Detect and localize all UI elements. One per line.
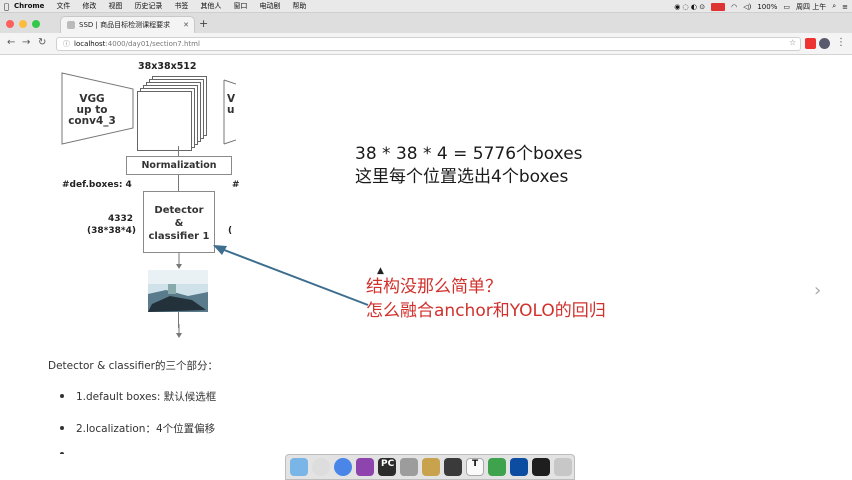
detection-thumbnail [148,270,208,312]
wifi-icon[interactable]: ◠ [731,3,737,11]
clock-text[interactable]: 周四 上午 [796,2,826,12]
menu-item-bookmarks[interactable]: 书签 [174,1,188,11]
forward-arrow-icon[interactable]: → [22,37,30,48]
url-path: :4000/day01/section7.html [105,40,200,48]
vgg-label-line3: conv4_3 [68,115,116,127]
red-annotation-line2: 怎么融合anchor和YOLO的回归 [366,301,606,321]
volume-icon[interactable]: ◁) [743,3,751,11]
section-heading: Detector & classifier的三个部分： [48,360,218,372]
back-arrow-icon[interactable]: ← [7,37,15,48]
arrow-down-icon [176,324,182,338]
extension-icon[interactable] [805,38,816,49]
browser-menu-icon[interactable]: ⋮ [836,37,846,48]
pycharm-label: PC [381,459,395,469]
menu-item-window[interactable]: 窗口 [233,1,247,11]
list-item: 2.localization：4个位置偏移 [76,423,216,435]
feature-map-layer [137,91,192,151]
def-boxes-label: #def.boxes: 4 [62,180,132,190]
battery-icon[interactable]: ▭ [783,3,790,11]
normalization-box: Normalization [126,156,232,175]
next-block-label-line2: u [227,104,235,116]
browser-tab[interactable]: SSD | 商品目标检测课程要求 ✕ [60,16,195,33]
app-icon[interactable] [488,458,506,476]
reload-icon[interactable]: ↻ [38,37,46,48]
def-boxes-partial: # [232,180,240,190]
arrow-down-icon [176,253,182,269]
page-content: VGG up to conv4_3 38x38x512 V u Normaliz… [0,56,852,454]
boxes-annotation-line2: 这里每个位置选出4个boxes [355,167,569,187]
menu-item-file[interactable]: 文件 [56,1,70,11]
launchpad-icon[interactable] [312,458,330,476]
status-icons[interactable]: ◉ ◌ ◐ ⊙ [674,3,705,11]
menu-bar:  Chrome 文件 修改 视图 历史记录 书签 其他人 窗口 电动剧 帮助 … [0,0,852,13]
menu-item-edit[interactable]: 修改 [82,1,96,11]
detector-label-line1: Detector [154,205,204,216]
tab-strip: SSD | 商品目标检测课程要求 ✕ + [0,13,852,33]
status-area: ◉ ◌ ◐ ⊙ ◠ ◁) 100% ▭ 周四 上午 ⌕ ≡ [674,0,848,13]
chrome-icon[interactable] [334,458,352,476]
connector-line [178,175,179,191]
terminal-icon[interactable] [400,458,418,476]
next-slide-chevron-icon[interactable]: › [814,280,821,301]
search-icon[interactable]: ⌕ [832,2,836,11]
bullet-icon [60,426,64,430]
annotation-arrow [213,245,369,306]
screen:  Chrome 文件 修改 视图 历史记录 书签 其他人 窗口 电动剧 帮助 … [0,0,852,480]
box-count: 4332 [108,214,134,224]
bookmark-star-icon[interactable]: ☆ [789,38,796,47]
notes-icon[interactable] [422,458,440,476]
bullet-icon [60,452,64,454]
zoom-window-icon[interactable] [32,20,40,28]
address-bar[interactable]: ⓘ localhost :4000/day01/section7.html [56,37,801,51]
vgg-label: VGG up to conv4_3 [62,94,122,127]
finder-icon[interactable] [290,458,308,476]
list-item: 1.default boxes: 默认候选框 [76,391,217,403]
typora-label: T [472,459,479,469]
menu-item-help[interactable]: 帮助 [292,1,306,11]
apple-icon[interactable]:  [4,2,14,11]
window-controls [6,20,40,28]
red-annotation-line1: 结构没那么简单？ [366,277,502,297]
url-host: localhost [74,40,106,48]
boxes-annotation: 38 * 38 * 4 = 5776个boxes 这里每个位置选出4个boxes [355,143,583,189]
profile-avatar[interactable] [819,38,830,49]
new-tab-button[interactable]: + [199,17,208,30]
menu-list-icon[interactable]: ≡ [842,3,848,11]
red-annotation: 结构没那么简单？ 怎么融合anchor和YOLO的回归 [366,275,606,323]
boxes-annotation-line1: 38 * 38 * 4 = 5776个boxes [355,144,583,164]
minimize-window-icon[interactable] [19,20,27,28]
menu-item-people[interactable]: 其他人 [200,1,221,11]
app-icon[interactable] [532,458,550,476]
battery-text[interactable]: 100% [757,3,777,11]
menu-item-history[interactable]: 历史记录 [134,1,162,11]
browser-toolbar: ← → ↻ ⓘ localhost :4000/day01/section7.h… [0,33,852,55]
detector-label-line3: classifier 1 [148,231,210,242]
close-window-icon[interactable] [6,20,14,28]
trash-icon[interactable] [554,458,572,476]
menu-app-name[interactable]: Chrome [14,2,44,10]
dock: PC T [285,454,575,480]
connector-line [178,146,179,156]
app-icon[interactable] [444,458,462,476]
menu-item-view[interactable]: 视图 [108,1,122,11]
tab-favicon-icon [67,21,75,29]
detector-label-line2: & [174,218,184,229]
paren-partial: ( [228,226,233,236]
menu-item-extra[interactable]: 电动剧 [259,1,280,11]
box-count-formula: (38*38*4) [87,226,136,236]
feature-map-size: 38x38x512 [138,61,197,72]
bullet-icon [60,394,64,398]
tab-close-icon[interactable]: ✕ [183,21,189,29]
app-icon[interactable] [510,458,528,476]
tab-title: SSD | 商品目标检测课程要求 [79,21,171,29]
app-icon[interactable] [356,458,374,476]
info-icon[interactable]: ⓘ [63,39,70,49]
next-block-label: V u [227,94,235,116]
record-indicator-icon[interactable] [711,2,726,11]
